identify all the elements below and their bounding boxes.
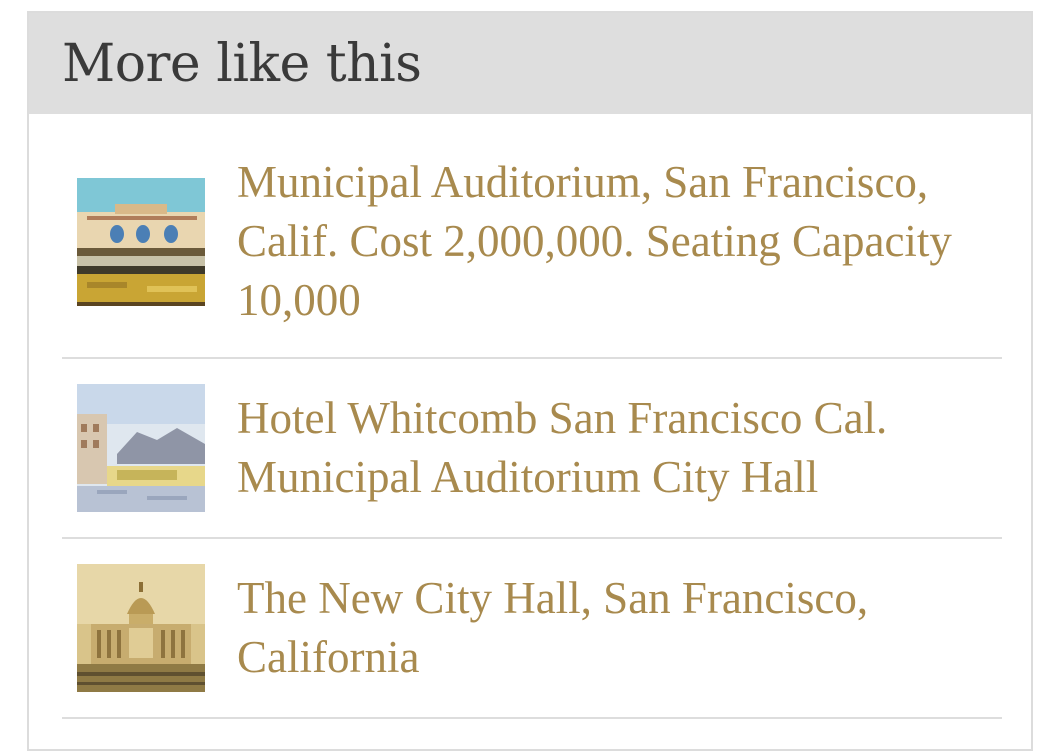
list-item[interactable]: The New City Hall, San Francisco, Califo… bbox=[62, 539, 1002, 719]
hotel-whitcomb-thumbnail[interactable] bbox=[77, 384, 205, 512]
more-like-this-panel: More like this Municipal Auditorium, San… bbox=[27, 11, 1033, 751]
auditorium-thumbnail[interactable] bbox=[77, 177, 205, 306]
city-hall-thumbnail[interactable] bbox=[77, 564, 205, 692]
item-title-link[interactable]: Municipal Auditorium, San Francisco, Cal… bbox=[237, 153, 997, 330]
list-item[interactable]: Hotel Whitcomb San Francisco Cal. Munici… bbox=[62, 359, 1002, 539]
auditorium-postcard-image bbox=[77, 177, 205, 306]
panel-title: More like this bbox=[62, 33, 422, 94]
panel-header: More like this bbox=[29, 13, 1031, 114]
item-title-link[interactable]: The New City Hall, San Francisco, Califo… bbox=[237, 569, 997, 687]
list-item[interactable]: Municipal Auditorium, San Francisco, Cal… bbox=[62, 114, 1002, 359]
city-hall-postcard-image bbox=[77, 564, 205, 692]
hotel-whitcomb-postcard-image bbox=[77, 384, 205, 512]
item-title-link[interactable]: Hotel Whitcomb San Francisco Cal. Munici… bbox=[237, 389, 997, 507]
related-items-list: Municipal Auditorium, San Francisco, Cal… bbox=[62, 114, 1002, 719]
